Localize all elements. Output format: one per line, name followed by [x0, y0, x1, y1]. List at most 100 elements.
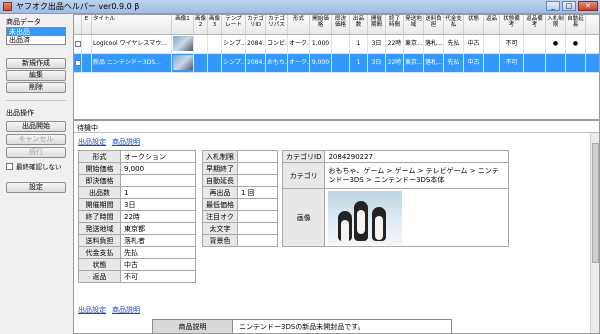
kv-value: 1 回	[237, 186, 278, 199]
penguin-image	[328, 190, 403, 245]
cell-image2	[194, 54, 208, 72]
listing-settings-link[interactable]: 出品設定	[78, 137, 106, 147]
kv-value: 3日	[120, 198, 196, 211]
col-buyout-price[interactable]: 即決価格	[332, 15, 350, 34]
cancel-button[interactable]: キャンセル	[6, 134, 66, 145]
description-link[interactable]: 商品説明	[112, 305, 140, 315]
cell-condition-note: 不可	[500, 54, 524, 72]
description-link[interactable]: 商品説明	[112, 137, 140, 147]
scrollbar-thumb[interactable]	[592, 143, 599, 263]
col-image3[interactable]: 画像3	[208, 15, 222, 34]
cell-category-path: おもち...	[266, 54, 288, 72]
kv-key: 最低価格	[202, 198, 238, 211]
description-label: 商品説明	[153, 320, 233, 333]
cell-duration: 3日	[368, 54, 386, 72]
settings-button[interactable]: 設定	[6, 182, 66, 193]
row-checkbox[interactable]	[74, 35, 82, 53]
final-check-toggle[interactable]: 最終確認しない	[6, 161, 62, 171]
list-item-listed[interactable]: 出品済	[7, 36, 65, 44]
listing-settings-link[interactable]: 出品設定	[78, 305, 106, 315]
product-filter-list[interactable]: 未出品 出品済	[6, 27, 66, 45]
col-format[interactable]: 形式	[288, 15, 310, 34]
cell-buyout-price	[332, 35, 350, 53]
cell-payment: 先払	[444, 54, 464, 72]
cell-condition-note: 不可	[500, 35, 524, 53]
kv-key: 太文字	[202, 222, 238, 235]
kv-key: 代金支払	[78, 246, 121, 259]
col-start-price[interactable]: 開始価格	[310, 15, 332, 34]
kv-row: 返品 不可	[78, 270, 196, 283]
cell-image1	[172, 54, 194, 72]
vertical-scrollbar[interactable]	[590, 133, 599, 333]
col-returns[interactable]: 返品	[484, 15, 500, 34]
close-button[interactable]: ✕	[578, 1, 598, 11]
kv-row: 自動延長	[202, 174, 278, 187]
kv-value	[237, 174, 278, 187]
col-image2[interactable]: 画像2	[194, 15, 208, 34]
col-shipping-fee[interactable]: 送料負担	[424, 15, 444, 34]
cell-image2	[194, 35, 208, 53]
app-icon	[3, 2, 12, 11]
col-condition-note[interactable]: 状態備考	[500, 15, 524, 34]
kv-key: 即決価格	[78, 174, 121, 187]
options-table: 入札制限 早期終了 自動延長 再出品 1 回 最低価格 注目オク 太文字 背景色	[202, 150, 278, 247]
checkbox-icon[interactable]	[6, 162, 13, 170]
cell-e	[82, 54, 92, 72]
category-table: カテゴリID 2084290227 カテゴリ おもちゃ、ゲーム > ゲーム > …	[281, 150, 510, 247]
start-listing-button[interactable]: 出品開始	[6, 121, 66, 132]
kv-row: 画像	[281, 188, 510, 247]
kv-row: 最低価格	[202, 198, 278, 211]
col-checkbox[interactable]	[74, 15, 82, 34]
maximize-button[interactable]: □	[562, 1, 576, 11]
list-item-unlisted[interactable]: 未出品	[7, 28, 65, 36]
table-row[interactable]: Logicool ワイヤレスマウ... シンプ... 2084... コンピ..…	[74, 35, 599, 54]
col-category-id[interactable]: カテゴリID	[246, 15, 266, 34]
cell-condition: 中古	[464, 35, 484, 53]
kv-row: 終了時間 22時	[78, 210, 196, 223]
row-checkbox[interactable]	[74, 54, 82, 72]
detail-panel: 待機中 出品設定 商品説明 形式 オークション 開始価格 9,000 即決価格 出品…	[73, 120, 600, 334]
kv-key: 開催期間	[78, 198, 121, 211]
col-e[interactable]: E	[82, 15, 92, 34]
cell-title: 新品 ニンテンドー3DS...	[92, 54, 172, 72]
kv-value: 不可	[120, 270, 196, 283]
cell-start-price: 1,000	[310, 35, 332, 53]
edit-button[interactable]: 編集	[6, 70, 66, 81]
col-quantity[interactable]: 出品数	[350, 15, 368, 34]
col-auto-extend[interactable]: 自動延長	[566, 15, 586, 34]
kv-key: 発送地域	[78, 222, 121, 235]
kv-key: 再出品	[202, 186, 238, 199]
listing-ops-label: 出品操作	[6, 109, 34, 117]
resume-button[interactable]: 続行	[6, 147, 66, 158]
kv-value: 9,000	[120, 162, 196, 175]
col-end-time[interactable]: 終了時間	[386, 15, 404, 34]
minimize-button[interactable]: _	[546, 1, 560, 11]
cell-buyout-price	[332, 54, 350, 72]
col-condition[interactable]: 状態	[464, 15, 484, 34]
col-payment[interactable]: 代金支払	[444, 15, 464, 34]
kv-key: 注目オク	[202, 210, 238, 223]
col-return-note[interactable]: 返品備考	[524, 15, 546, 34]
col-title[interactable]: タイトル	[92, 15, 172, 34]
col-bid-limit[interactable]: 入札制限	[546, 15, 566, 34]
col-ship-region[interactable]: 発送地域	[404, 15, 424, 34]
col-image1[interactable]: 画像1	[172, 15, 194, 34]
new-button[interactable]: 新規作成	[6, 58, 66, 69]
kv-row: 出品数 1	[78, 186, 196, 199]
cell-category-id: 2084...	[246, 35, 266, 53]
kv-key: 終了時間	[78, 210, 121, 223]
kv-row: 形式 オークション	[78, 150, 196, 163]
table-row-selected[interactable]: 新品 ニンテンドー3DS... シンプ... 2084... おもち... オー…	[74, 54, 599, 73]
cell-bid-limit	[546, 54, 566, 72]
cell-image1	[172, 35, 194, 53]
cell-template: シンプ...	[222, 54, 246, 72]
kv-key: 早期終了	[202, 162, 238, 175]
cell-auto-extend	[566, 54, 586, 72]
col-template[interactable]: テンプレート	[222, 15, 246, 34]
kv-value: 22時	[120, 210, 196, 223]
cell-format: オーク...	[288, 54, 310, 72]
product-grid[interactable]: E タイトル 画像1 画像2 画像3 テンプレート カテゴリID カテゴリパス …	[73, 14, 600, 120]
col-duration[interactable]: 開催期間	[368, 15, 386, 34]
delete-button[interactable]: 削除	[6, 82, 66, 93]
col-category-path[interactable]: カテゴリパス	[266, 15, 288, 34]
